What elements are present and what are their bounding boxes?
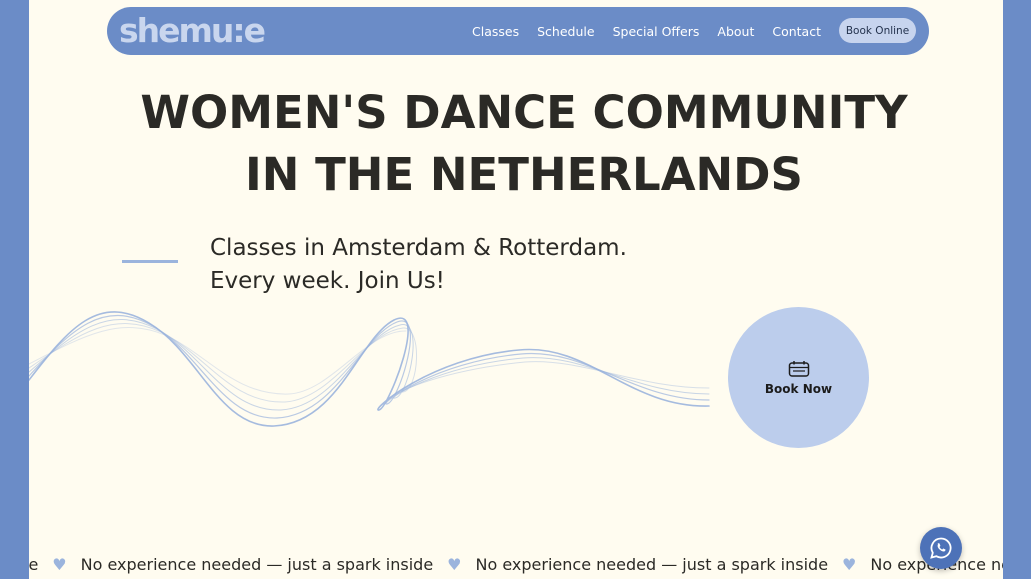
book-online-button[interactable]: Book Online [839, 18, 916, 43]
navbar: shemu:e Classes Schedule Special Offers … [107, 7, 929, 55]
accent-line [122, 260, 178, 263]
heart-icon: ♥ [842, 554, 857, 574]
headline-line-1: WOMEN'S DANCE COMMUNITY [140, 86, 908, 139]
heart-icon: ♥ [447, 554, 462, 574]
whatsapp-chat-button[interactable] [920, 527, 962, 569]
subtext-line-2: Every week. Join Us! [210, 268, 445, 294]
book-now-label: Book Now [764, 381, 833, 396]
marquee-fragment-start: le [29, 554, 39, 574]
nav-links: Classes Schedule Special Offers About Co… [472, 7, 821, 55]
nav-item-schedule[interactable]: Schedule [537, 24, 594, 39]
decorative-wave [29, 311, 710, 427]
marquee-item: No experience needed — just a spark insi… [80, 554, 434, 574]
nav-item-classes[interactable]: Classes [472, 24, 519, 39]
nav-item-contact[interactable]: Contact [772, 24, 821, 39]
hero-headline: WOMEN'S DANCE COMMUNITY IN THE NETHERLAN… [29, 82, 1003, 206]
headline-line-2: IN THE NETHERLANDS [245, 148, 803, 201]
calendar-icon [788, 360, 809, 377]
book-now-button[interactable]: Book Now [728, 307, 869, 448]
nav-item-special-offers[interactable]: Special Offers [613, 24, 700, 39]
nav-item-about[interactable]: About [717, 24, 754, 39]
whatsapp-icon [930, 537, 952, 559]
subtext-line-1: Classes in Amsterdam & Rotterdam. [210, 235, 627, 261]
heart-icon: ♥ [52, 554, 67, 574]
marquee-item: No experience needed — just a spark insi… [475, 554, 829, 574]
marquee-banner: le ♥ No experience needed — just a spark… [29, 553, 1003, 575]
page-container: shemu:e Classes Schedule Special Offers … [29, 0, 1003, 579]
logo[interactable]: shemu:e [119, 11, 266, 50]
hero-subtext: Classes in Amsterdam & Rotterdam. Every … [210, 232, 627, 298]
